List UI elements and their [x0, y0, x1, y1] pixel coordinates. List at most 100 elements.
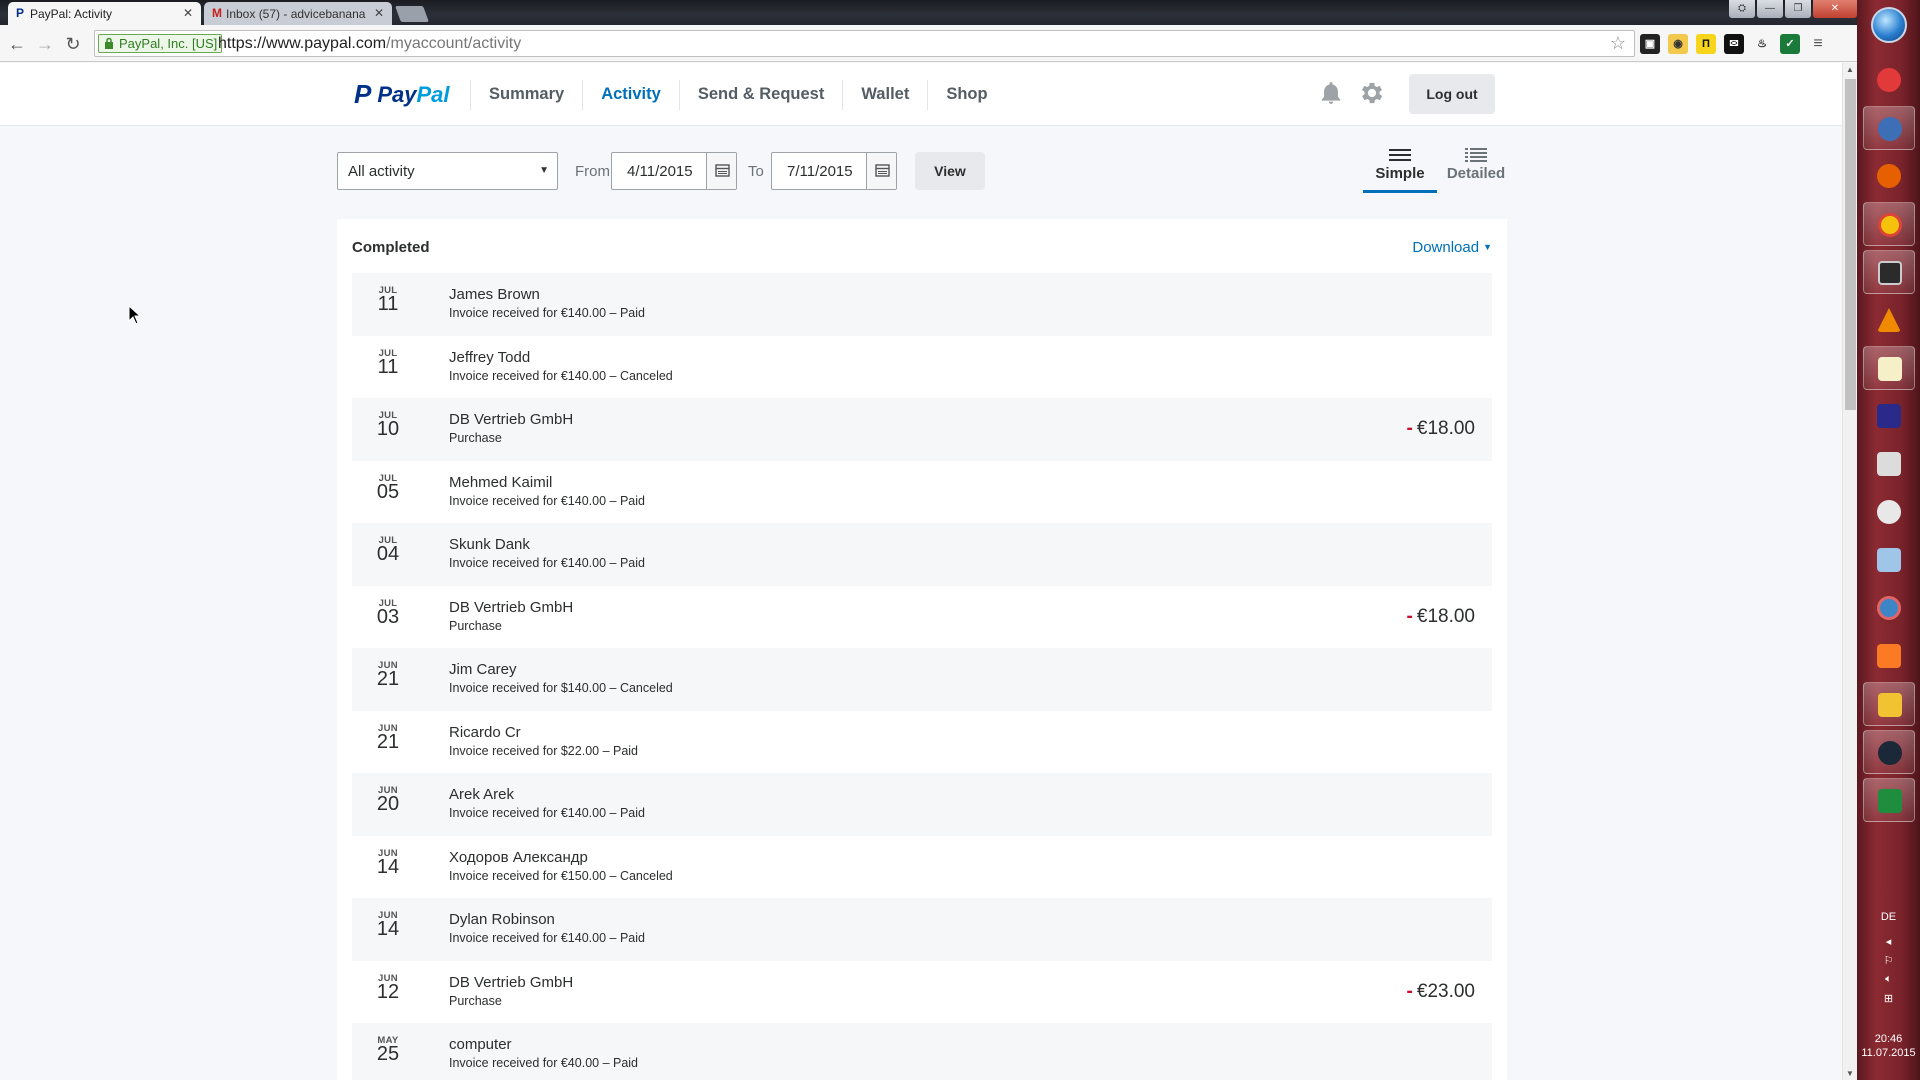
back-arrow-icon[interactable]: ← — [6, 33, 28, 55]
transaction-counterparty[interactable]: James Brown — [449, 286, 540, 303]
file-explorer-taskbar-icon[interactable] — [1863, 682, 1915, 726]
transaction-counterparty[interactable]: Arek Arek — [449, 786, 514, 803]
transaction-row[interactable]: JUN 21 Ricardo Cr Invoice received for $22.… — [352, 711, 1492, 774]
scrollbar-thumb[interactable] — [1845, 79, 1856, 410]
transaction-row[interactable]: JUN 12 DB Vertrieb GmbH Purchase - €23.00 — [352, 961, 1492, 1024]
maximize-button[interactable]: ❐ — [1785, 0, 1811, 18]
sync-app-taskbar-icon[interactable] — [1863, 586, 1915, 630]
lock-icon — [105, 37, 113, 49]
grid-app-taskbar-icon[interactable] — [1863, 442, 1915, 486]
scroll-up-arrow-icon[interactable]: ▲ — [1846, 65, 1854, 74]
transaction-counterparty[interactable]: computer — [449, 1036, 512, 1053]
transaction-row[interactable]: MAY 25 computer Invoice received for €40.00… — [352, 1023, 1492, 1080]
activity-type-select[interactable]: All activity ▼ — [337, 152, 558, 190]
vlc-taskbar-icon[interactable] — [1863, 298, 1915, 342]
transaction-counterparty[interactable]: Mehmed Kaimil — [449, 474, 552, 491]
minimize-button[interactable]: — — [1757, 0, 1783, 18]
transaction-row[interactable]: JUN 21 Jim Carey Invoice received for $140.… — [352, 648, 1492, 711]
check-extension-icon[interactable]: ✓ — [1780, 34, 1800, 54]
terminal-taskbar-icon[interactable] — [1863, 250, 1915, 294]
transaction-row[interactable]: JUL 11 James Brown Invoice received for €14… — [352, 273, 1492, 336]
user-profile-icon[interactable]: ⛭ — [1729, 0, 1755, 18]
calendar-icon[interactable] — [866, 153, 896, 189]
notepad-taskbar-icon[interactable] — [1863, 346, 1915, 390]
tray-expand-icon[interactable]: ◂ — [1857, 935, 1920, 948]
simple-view-toggle[interactable]: Simple — [1363, 147, 1437, 193]
tex-taskbar-icon[interactable] — [1863, 394, 1915, 438]
input-language-indicator[interactable]: DE — [1857, 911, 1920, 923]
transaction-row[interactable]: JUL 11 Jeffrey Todd Invoice received for €1… — [352, 336, 1492, 399]
transaction-counterparty[interactable]: Skunk Dank — [449, 536, 530, 553]
flame-extension-icon[interactable]: ♨ — [1752, 34, 1772, 54]
taskbar-app-icon[interactable] — [1863, 58, 1915, 102]
reload-icon[interactable]: ↻ — [62, 33, 84, 55]
bookmark-star-icon[interactable]: ☆ — [1610, 33, 1626, 54]
firefox-taskbar-icon[interactable] — [1863, 154, 1915, 198]
extension-icon[interactable]: ◉ — [1668, 34, 1688, 54]
paypal-logo[interactable]: P PayPal — [354, 79, 450, 110]
nav-wallet[interactable]: Wallet — [843, 85, 927, 104]
menu-hamburger-icon[interactable]: ≡ — [1808, 34, 1828, 54]
transaction-counterparty[interactable]: Ходоров Александр — [449, 849, 588, 866]
close-window-button[interactable]: ✕ — [1813, 0, 1857, 18]
thunderbird-taskbar-icon[interactable] — [1863, 106, 1915, 150]
tab-close-icon[interactable]: ✕ — [374, 6, 384, 20]
calculator-taskbar-icon[interactable] — [1863, 538, 1915, 582]
mail-extension-icon[interactable]: ✉ — [1724, 34, 1744, 54]
windows-start-icon[interactable] — [1871, 7, 1907, 43]
transaction-row[interactable]: JUN 14 Ходоров Александр Invoice received f… — [352, 836, 1492, 899]
view-button[interactable]: View — [915, 152, 985, 190]
detailed-view-toggle[interactable]: Detailed — [1439, 147, 1513, 193]
to-date-field[interactable]: 7/11/2015 — [771, 152, 897, 190]
nav-summary[interactable]: Summary — [471, 85, 582, 104]
scroll-down-arrow-icon[interactable]: ▼ — [1846, 1069, 1854, 1078]
transaction-row[interactable]: JUL 05 Mehmed Kaimil Invoice received for €… — [352, 461, 1492, 524]
transaction-row[interactable]: JUN 14 Dylan Robinson Invoice received for … — [352, 898, 1492, 961]
transaction-counterparty[interactable]: DB Vertrieb GmbH — [449, 974, 573, 991]
tray-volume-icon[interactable]: 🔈︎ — [1857, 973, 1920, 986]
spreadsheet-taskbar-icon[interactable] — [1863, 778, 1915, 822]
transaction-row[interactable]: JUL 03 DB Vertrieb GmbH Purchase - €18.00 — [352, 586, 1492, 649]
notifications-bell-icon[interactable] — [1318, 80, 1344, 106]
page-scrollbar[interactable]: ▲ ▼ — [1842, 63, 1857, 1080]
tab-gmail-inbox[interactable]: M Inbox (57) - advicebanana ✕ — [204, 2, 392, 25]
new-tab-button[interactable] — [395, 6, 429, 22]
forward-arrow-icon[interactable]: → — [34, 33, 56, 55]
chrome-taskbar-icon[interactable] — [1863, 202, 1915, 246]
transaction-row[interactable]: JUL 04 Skunk Dank Invoice received for €140… — [352, 523, 1492, 586]
nav-shop[interactable]: Shop — [928, 85, 1005, 104]
tray-windows-icon[interactable]: ⊞ — [1857, 992, 1920, 1005]
taskbar-clock[interactable]: 20:46 11.07.2015 — [1857, 1032, 1920, 1060]
transaction-description: Purchase — [449, 618, 502, 633]
tab-close-icon[interactable]: ✕ — [183, 6, 193, 20]
transaction-row[interactable]: JUN 20 Arek Arek Invoice received for €140.… — [352, 773, 1492, 836]
section-title: Completed — [352, 239, 430, 256]
logout-button[interactable]: Log out — [1409, 74, 1495, 114]
download-dropdown[interactable]: Download ▼ — [1412, 239, 1492, 256]
transaction-counterparty[interactable]: Ricardo Cr — [449, 724, 521, 741]
nav-activity[interactable]: Activity — [583, 85, 679, 104]
extension-icon[interactable]: Π — [1696, 34, 1716, 54]
mail-app-taskbar-icon[interactable] — [1863, 490, 1915, 534]
tab-paypal-activity[interactable]: P PayPal: Activity ✕ — [8, 2, 201, 25]
calendar-icon[interactable] — [706, 153, 736, 189]
address-bar[interactable]: PayPal, Inc. [US] https://www.paypal.com… — [94, 30, 1635, 57]
transaction-day: 12 — [376, 980, 400, 1003]
steam-taskbar-icon[interactable] — [1863, 730, 1915, 774]
transaction-counterparty[interactable]: Jim Carey — [449, 661, 517, 678]
transaction-row[interactable]: JUL 10 DB Vertrieb GmbH Purchase - €18.00 — [352, 398, 1492, 461]
transaction-counterparty[interactable]: Jeffrey Todd — [449, 349, 530, 366]
xampp-taskbar-icon[interactable] — [1863, 634, 1915, 678]
nav-send-request[interactable]: Send & Request — [680, 85, 843, 104]
browser-toolbar: ← → ↻ PayPal, Inc. [US] https://www.payp… — [0, 25, 1857, 62]
extension-icon[interactable]: ▣ — [1640, 34, 1660, 54]
transaction-counterparty[interactable]: Dylan Robinson — [449, 911, 555, 928]
settings-gear-icon[interactable] — [1358, 79, 1386, 107]
from-date-field[interactable]: 4/11/2015 — [611, 152, 737, 190]
transaction-counterparty[interactable]: DB Vertrieb GmbH — [449, 411, 573, 428]
ev-certificate-badge[interactable]: PayPal, Inc. [US] — [98, 34, 223, 53]
tray-flag-icon[interactable]: ⚐ — [1857, 954, 1920, 967]
extension-icons: ▣ ◉ Π ✉ ♨ ✓ ≡ — [1640, 34, 1828, 54]
transaction-counterparty[interactable]: DB Vertrieb GmbH — [449, 599, 573, 616]
url-text[interactable]: https://www.paypal.com/myaccount/activit… — [218, 35, 521, 53]
